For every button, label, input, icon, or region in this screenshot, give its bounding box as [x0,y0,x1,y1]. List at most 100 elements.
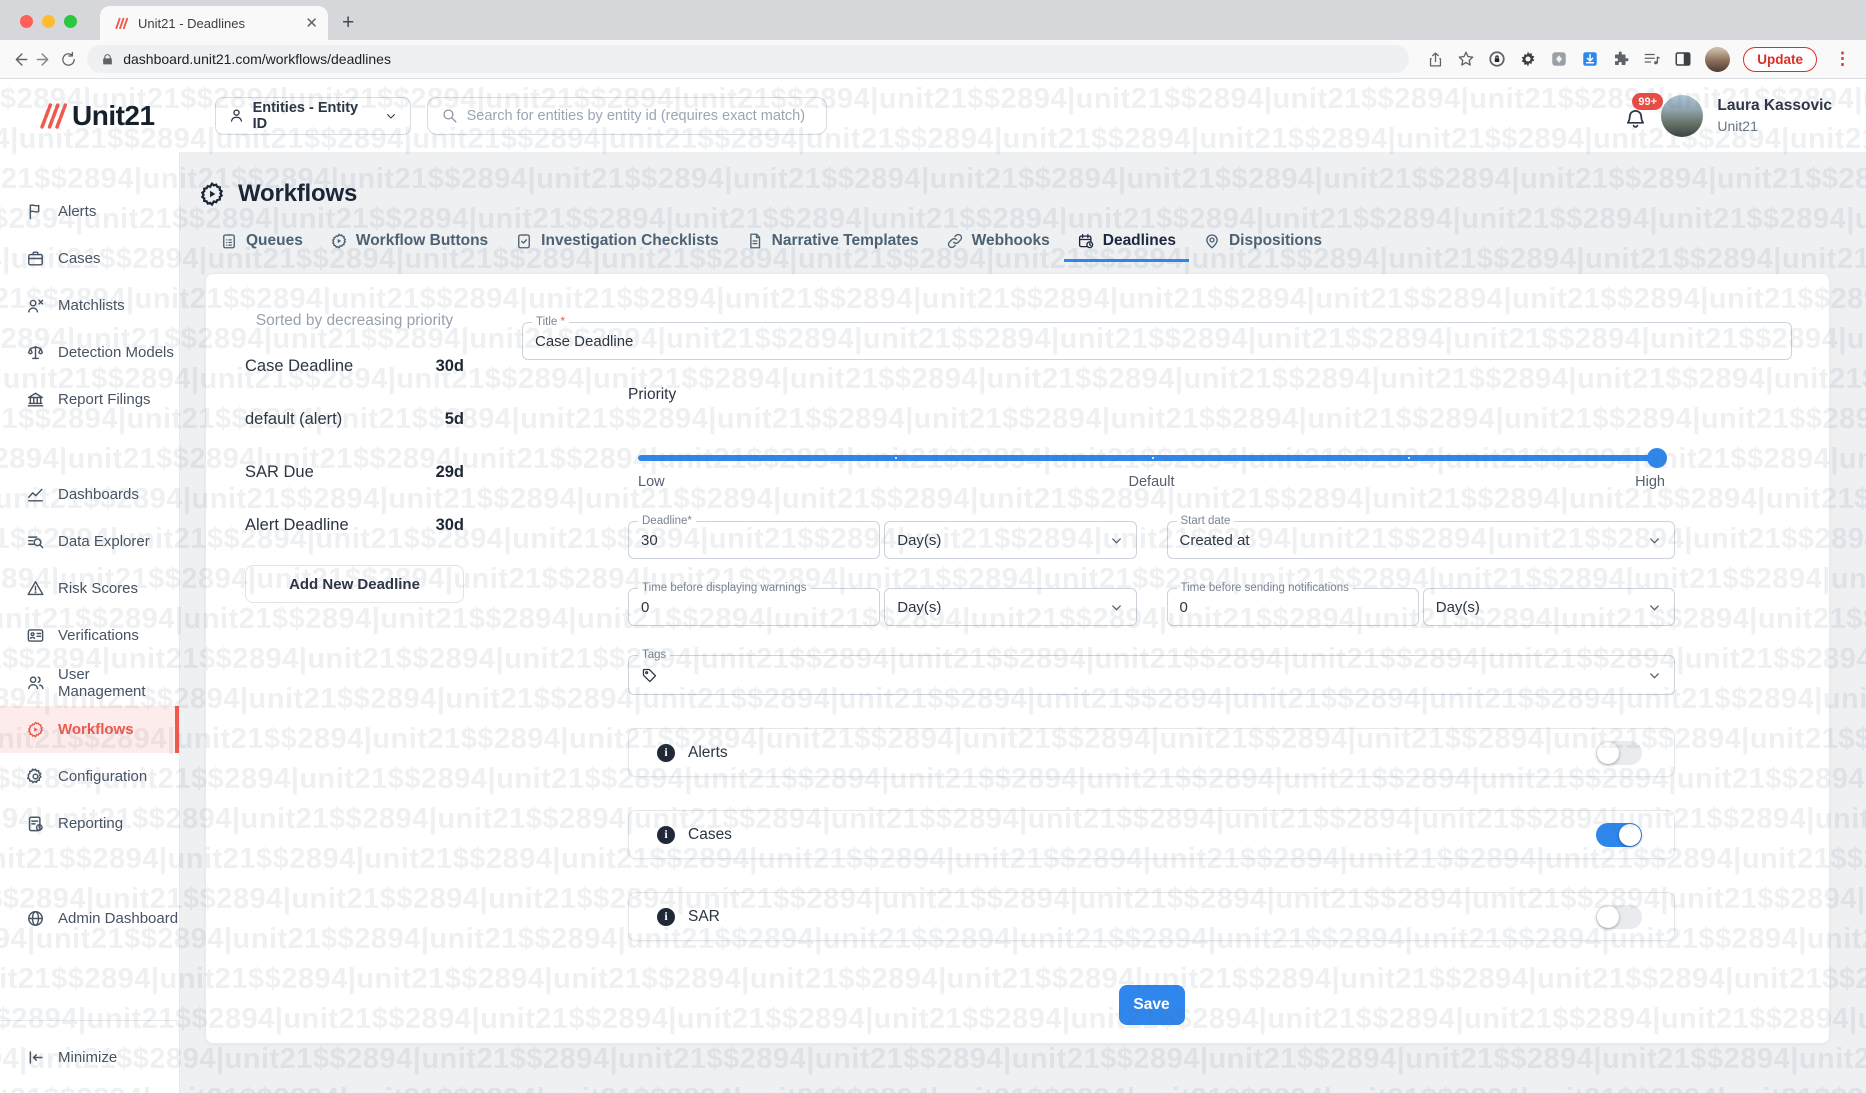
sidebar-item-label: User Management [58,665,146,700]
notifications-unit-value: Day(s) [1435,598,1480,616]
tab-label: Workflow Buttons [355,232,489,249]
tab-narrative-templates[interactable]: Narrative Templates [746,232,919,262]
tab-workflow-buttons[interactable]: Workflow Buttons [330,232,488,262]
chrome-update-button[interactable]: Update [1743,46,1817,72]
warnings-unit-select[interactable]: Day(s) [884,588,1137,626]
deadline-list-item[interactable]: default (alert) 5d [245,393,464,446]
tab-close-icon[interactable]: ✕ [305,16,318,31]
add-new-deadline-button[interactable]: Add New Deadline [245,565,464,603]
deadline-list-item[interactable]: SAR Due 29d [245,446,464,499]
cases-toggle[interactable] [1596,822,1642,847]
sidebar-item-label: Cases [58,250,101,267]
sidebar-item-admin-dashboard[interactable]: Admin Dashboard [0,895,179,942]
sar-toggle[interactable] [1596,904,1642,929]
media-queue-extension-icon[interactable] [1643,50,1661,68]
info-icon[interactable]: i [657,825,675,844]
sidebar-item-cases[interactable]: Cases [0,235,179,282]
notifications-label: Time before sending notifications [1176,582,1353,594]
side-panel-extension-icon[interactable] [1674,50,1692,68]
sidebar-item-user-management[interactable]: User Management [0,659,179,706]
browser-toolbar: dashboard.unit21.com/workflows/deadlines [0,40,1866,79]
sidebar-item-dashboards[interactable]: Dashboards [0,471,179,518]
tab-investigation-checklists[interactable]: Investigation Checklists [515,232,719,262]
save-button[interactable]: Save [1118,985,1185,1025]
toggle-knob [1597,741,1619,764]
notifications-button[interactable]: 99+ [1624,93,1664,130]
bank-icon [27,392,44,407]
deadline-list-item[interactable]: Case Deadline 30d [245,340,464,393]
sidebar-item-detection-models[interactable]: Detection Models [0,329,179,376]
slider-tick [894,457,897,459]
tab-label: Investigation Checklists [541,232,719,249]
tab-dispositions[interactable]: Dispositions [1203,232,1322,262]
minimize-window-button[interactable] [42,15,55,28]
browser-tab[interactable]: Unit21 - Deadlines ✕ [100,6,328,40]
title-field[interactable]: Title * Case Deadline [522,316,1792,360]
info-icon[interactable]: i [657,907,675,926]
tab-deadlines[interactable]: Deadlines [1063,232,1190,262]
sidebar-item-report-filings[interactable]: Report Filings [0,376,179,423]
app-header: Unit21 Entities - Entity ID Search for e… [0,79,1866,152]
tab-webhooks[interactable]: Webhooks [946,232,1050,262]
settings-gear-extension-icon[interactable] [1519,50,1537,68]
sidebar-item-risk-scores[interactable]: Risk Scores [0,565,179,612]
share-icon[interactable] [1427,51,1444,68]
bell-icon [1627,109,1645,128]
sidebar-item-label: Workflows [58,721,134,738]
clipboard-icon [223,234,235,249]
deadline-name: SAR Due [245,463,314,481]
sidebar-item-configuration[interactable]: Configuration [0,753,179,800]
deadline-list-item[interactable]: Alert Deadline 30d [245,499,464,552]
reload-icon[interactable] [60,45,77,73]
close-window-button[interactable] [20,15,33,28]
extensions-puzzle-icon[interactable] [1612,50,1630,68]
notifications-unit-select[interactable]: Day(s) [1422,588,1675,626]
sidebar-item-data-explorer[interactable]: Data Explorer [0,518,179,565]
tab-queues[interactable]: Queues [220,232,303,262]
browser-profile-avatar[interactable] [1705,46,1731,72]
deadline-amount-value: 30 [641,531,658,549]
title-field-label: Title * [532,316,569,328]
new-tab-button[interactable]: + [342,12,354,33]
collapse-sidebar-icon [29,1050,43,1064]
slider-thumb[interactable] [1647,448,1667,468]
entity-search-input[interactable]: Search for entities by entity id (requir… [426,96,827,135]
sidebar-item-reporting[interactable]: Reporting [0,800,179,847]
bookmark-star-icon[interactable] [1457,50,1475,68]
warnings-amount-input[interactable]: Time before displaying warnings 0 [628,582,881,626]
download-extension-icon[interactable] [1581,50,1599,68]
sidebar-item-label: Configuration [58,768,148,785]
sidebar-minimize-button[interactable]: Minimize [0,1021,179,1093]
sidebar-item-workflows[interactable]: Workflows [0,706,179,753]
grey-box-extension-icon[interactable] [1550,50,1568,68]
unit21-logo[interactable]: Unit21 [38,99,155,133]
chrome-menu-icon[interactable]: ⋮ [1830,49,1856,69]
user-info[interactable]: Laura Kassovic Unit21 [1717,97,1832,134]
back-icon[interactable] [10,45,29,73]
deadline-amount-input[interactable]: Deadline* 30 [628,515,881,559]
tag-icon [642,668,657,682]
sidebar-item-label: Matchlists [58,297,125,314]
notifications-amount-input[interactable]: Time before sending notifications 0 [1166,582,1419,626]
fullscreen-window-button[interactable] [64,15,77,28]
password-manager-extension-icon[interactable] [1488,50,1506,68]
sidebar-item-verifications[interactable]: Verifications [0,612,179,659]
main-content: Workflows Queues Workflow Buttons Invest… [180,152,1866,1093]
address-bar[interactable]: dashboard.unit21.com/workflows/deadlines [87,45,1410,73]
slider-labels: Low Default High [638,474,1665,492]
tab-label: Webhooks [971,232,1050,249]
start-date-select[interactable]: Start date Created at [1166,515,1675,559]
forward-icon[interactable] [35,45,54,73]
entity-type-select[interactable]: Entities - Entity ID [214,96,411,135]
sidebar-item-matchlists[interactable]: Matchlists [0,282,179,329]
deadline-unit-select[interactable]: Day(s) [884,521,1137,559]
tags-select[interactable]: Tags [628,649,1675,695]
user-avatar[interactable] [1661,94,1704,137]
sidebar-item-alerts[interactable]: Alerts [0,188,179,235]
document-icon [749,233,760,249]
deadline-name: Alert Deadline [245,516,349,534]
priority-slider[interactable] [638,448,1667,468]
info-icon[interactable]: i [657,743,675,762]
alerts-toggle[interactable] [1596,740,1642,765]
lock-icon[interactable] [101,53,114,66]
